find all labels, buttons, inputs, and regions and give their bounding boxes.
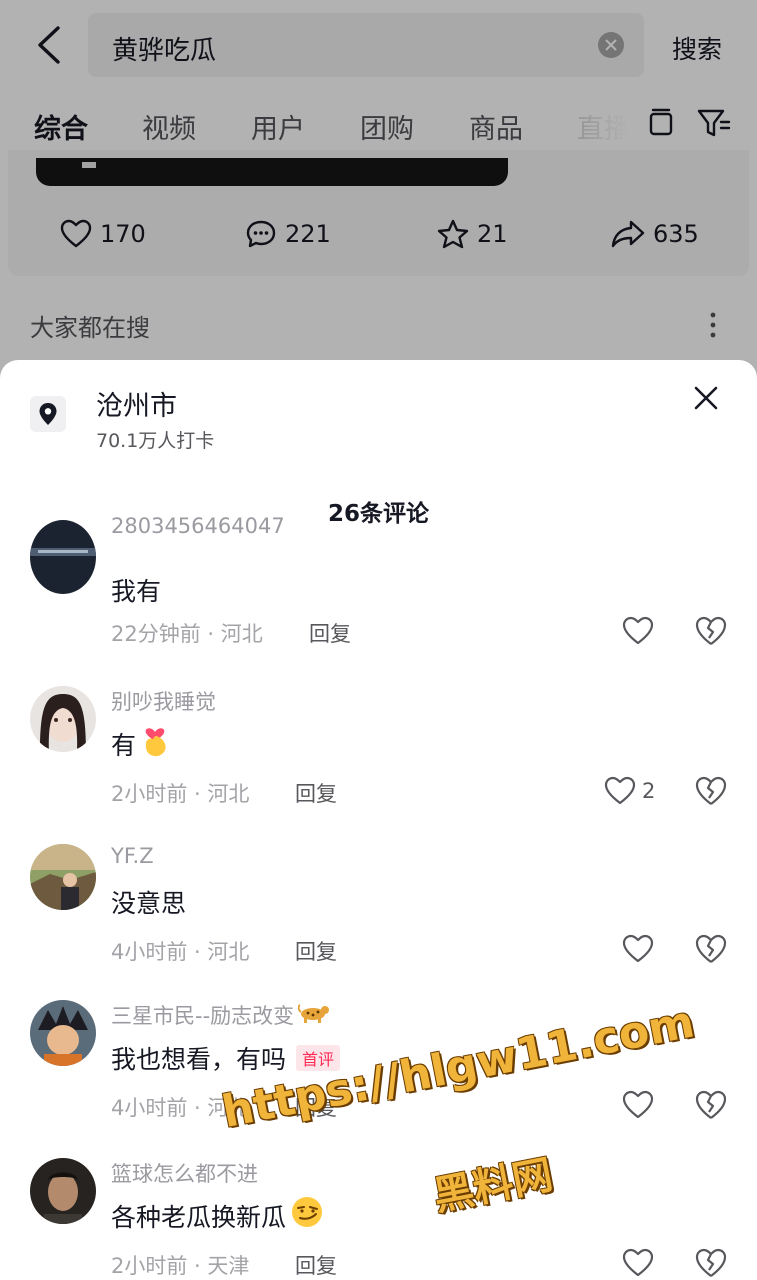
avatar[interactable] — [30, 520, 96, 594]
reply-button[interactable]: 回复 — [309, 618, 351, 648]
comment-username-row[interactable]: 三星市民--励志改变 — [111, 1000, 330, 1031]
comments-sheet: 沧州市 70.1万人打卡 26条评论 2803456464047 我有 22分钟… — [0, 360, 757, 1280]
heart-outline-icon — [622, 1248, 654, 1277]
avatar[interactable] — [30, 1158, 96, 1224]
broken-heart-icon[interactable] — [694, 932, 728, 966]
broken-heart-icon[interactable] — [694, 614, 728, 648]
location-pin-icon — [30, 396, 66, 432]
comment-text-row: 有 — [111, 726, 170, 768]
comment-like-button[interactable]: 2 — [604, 774, 655, 808]
avatar[interactable] — [30, 844, 96, 910]
smirk-emoji-icon — [290, 1195, 324, 1235]
comment-time-location: 22分钟前 · 河北 — [111, 622, 263, 646]
leopard-emoji-icon — [297, 1002, 330, 1029]
heart-outline-icon — [604, 776, 636, 805]
reply-button[interactable]: 回复 — [295, 936, 337, 966]
close-icon[interactable] — [690, 382, 722, 414]
heart-outline-icon — [622, 934, 654, 963]
heart-outline-icon — [622, 1090, 654, 1119]
location-checkins: 70.1万人打卡 — [96, 430, 215, 452]
comment-text: 各种老瓜换新瓜 — [111, 1203, 287, 1232]
location-name[interactable]: 沧州市 — [96, 384, 177, 423]
comment-item: YF.Z 没意思 4小时前 · 河北 回复 — [0, 844, 757, 1002]
comment-text: 有 — [111, 731, 137, 760]
reply-button[interactable]: 回复 — [295, 778, 337, 808]
comment-text: 我有 — [111, 577, 162, 606]
comment-like-button[interactable] — [622, 1246, 654, 1280]
heart-outline-icon — [622, 616, 654, 645]
broken-heart-icon[interactable] — [694, 1246, 728, 1280]
comment-username[interactable]: 篮球怎么都不进 — [111, 1158, 258, 1188]
comment-username[interactable]: 2803456464047 — [111, 514, 285, 538]
comment-username: 三星市民--励志改变 — [111, 1004, 295, 1028]
avatar[interactable] — [30, 1000, 96, 1066]
comment-time-location: 4小时前 · 河北 — [111, 940, 250, 964]
comment-text-row: 各种老瓜换新瓜 — [111, 1195, 324, 1239]
comment-username[interactable]: 别吵我睡觉 — [111, 686, 216, 716]
comment-like-button[interactable] — [622, 1088, 654, 1122]
comment-item: 别吵我睡觉 有 2小时前 · 河北 回复 2 — [0, 686, 757, 844]
comment-like-button[interactable] — [622, 932, 654, 966]
reply-button[interactable]: 回复 — [295, 1250, 337, 1280]
avatar[interactable] — [30, 686, 96, 752]
comment-text: 我也想看，有吗 — [111, 1045, 287, 1074]
comment-text: 没意思 — [111, 889, 187, 918]
comment-item: 篮球怎么都不进 各种老瓜换新瓜 2小时前 · 天津 回复 — [0, 1158, 757, 1280]
broken-heart-icon[interactable] — [694, 1088, 728, 1122]
comment-time-location: 2小时前 · 河北 — [111, 782, 250, 806]
comment-like-button[interactable] — [622, 614, 654, 648]
broken-heart-icon[interactable] — [694, 774, 728, 808]
comment-like-count: 2 — [642, 779, 656, 803]
comment-item: 2803456464047 我有 22分钟前 · 河北 回复 — [0, 514, 757, 686]
comment-time-location: 2小时前 · 天津 — [111, 1254, 250, 1278]
finger-heart-emoji-icon — [140, 722, 170, 764]
comment-username[interactable]: YF.Z — [111, 844, 154, 868]
